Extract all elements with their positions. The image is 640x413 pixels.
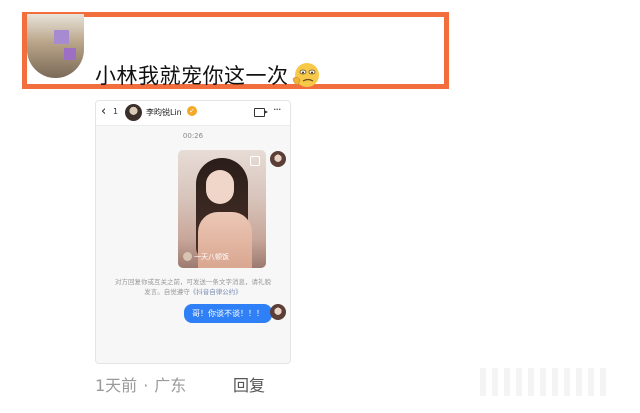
back-icon: ‹ [101,104,107,119]
video-call-icon [254,108,268,117]
chat-header: ‹ 1 李昀锐Lin ✓ ··· [96,101,290,126]
comment-location: 广东 [154,376,187,395]
comment-body: 小林我就宠你这一次 [95,64,289,88]
comment-time: 1天前 [95,376,138,395]
avatar-mosaic-2 [64,48,76,60]
caption-avatar [183,252,192,261]
photo-caption-text: 一天八顿饭 [194,253,229,261]
sender-avatar [270,151,286,167]
photo-face [206,170,234,204]
blurred-region [480,368,610,396]
meta-separator: · [143,376,149,395]
message-bubble: 哥！你谈不谈！！！ [184,304,272,323]
avatar-mosaic [54,30,69,44]
sender-avatar-2 [270,304,286,320]
select-checkbox-icon [250,156,260,166]
shared-photo-card: 一天八顿饭 [178,150,266,268]
reply-button[interactable]: 回复 [233,372,265,396]
comment-meta: 1天前 · 广东 [95,372,186,396]
chat-avatar [125,104,142,121]
unread-count: 1 [113,107,119,116]
comment-text: 小林我就宠你这一次 [95,60,321,90]
chat-screenshot-image[interactable]: ‹ 1 李昀锐Lin ✓ ··· 00:26 一天八顿饭 对方回复你或互关之前，… [95,100,291,364]
commenter-avatar[interactable] [27,14,84,78]
thinking-face-emoji-icon [291,61,321,89]
notice-link: 《抖音自律公约》 [189,288,242,296]
chat-notice: 对方回复你或互关之前，可发送一条文字消息，请礼貌发言。自觉遵守《抖音自律公约》 [112,277,274,297]
photo-caption: 一天八顿饭 [183,252,229,262]
chat-contact-name: 李昀锐Lin [146,108,182,117]
verified-badge-icon: ✓ [187,106,197,116]
chat-timestamp: 00:26 [182,132,204,140]
more-options-icon: ··· [273,103,281,116]
